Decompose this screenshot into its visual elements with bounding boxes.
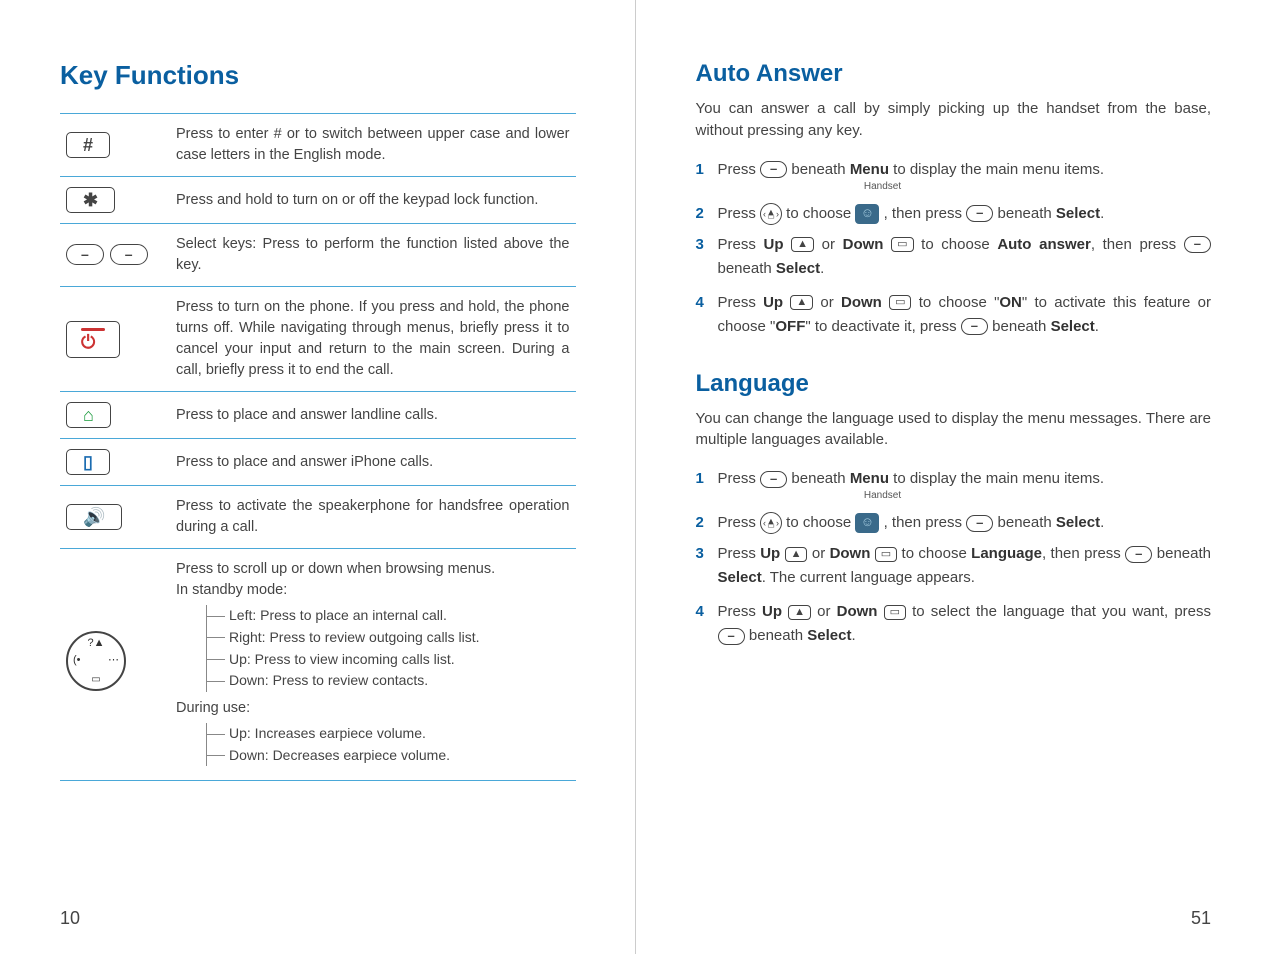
down-key-icon: ▭ — [875, 547, 897, 562]
handset-menu-icon — [855, 204, 879, 224]
nav-desc: Press to scroll up or down when browsing… — [176, 559, 570, 580]
table-row: 🔊 Press to activate the speakerphone for… — [60, 486, 576, 549]
handset-caption: Handset — [858, 488, 908, 504]
tree-item: Right: Press to review outgoing calls li… — [207, 627, 570, 649]
table-row: ✱ Press and hold to turn on or off the k… — [60, 177, 576, 224]
table-row: ⌂ Press to place and answer landline cal… — [60, 392, 576, 439]
up-key-icon: ▲ — [788, 605, 811, 620]
softkey-icon: – — [961, 318, 988, 335]
table-row: ⏻ Press to turn on the phone. If you pre… — [60, 287, 576, 392]
up-key-icon: ▲ — [785, 547, 808, 562]
left-page: Key Functions # Press to enter # or to s… — [0, 0, 636, 954]
key-desc: Press to activate the speakerphone for h… — [170, 486, 576, 549]
nav-key-icon: ▲▭‹› — [760, 512, 782, 534]
key-desc: Press and hold to turn on or off the key… — [170, 177, 576, 224]
table-row: ?▲ ▭ (• ⋯ Press to scroll up or down whe… — [60, 549, 576, 781]
key-functions-table: # Press to enter # or to switch between … — [60, 113, 576, 781]
tree-item: Down: Decreases earpiece volume. — [207, 745, 570, 767]
softkey-icon: – — [760, 471, 787, 488]
step-item: Press – beneath Menu to display the main… — [696, 467, 1212, 504]
language-steps: Press – beneath Menu to display the main… — [696, 467, 1212, 648]
step-item: Press ▲▭‹› to choose , then press – bene… — [696, 511, 1212, 535]
softkey-icon: – — [1184, 236, 1211, 253]
use-mode-label: During use: — [176, 698, 570, 719]
landline-key-icon: ⌂ — [66, 402, 111, 428]
nav-mode-label: In standby mode: — [176, 580, 570, 601]
key-desc: Select keys: Press to perform the functi… — [170, 224, 576, 287]
auto-answer-title: Auto Answer — [696, 60, 1212, 88]
step-item: Press Up ▲ or Down ▭ to select the langu… — [696, 600, 1212, 648]
star-key-icon: ✱ — [66, 187, 115, 213]
step-item: Press Up ▲ or Down ▭ to choose Language,… — [696, 542, 1212, 590]
softkey-icon: – — [966, 515, 993, 532]
up-key-icon: ▲ — [791, 237, 814, 252]
step-item: Press ▲▭‹› to choose , then press – bene… — [696, 202, 1212, 226]
page-number-right: 51 — [1191, 908, 1211, 929]
tree-item: Left: Press to place an internal call. — [207, 605, 570, 627]
table-row: ▯ Press to place and answer iPhone calls… — [60, 439, 576, 486]
language-intro: You can change the language used to disp… — [696, 408, 1212, 452]
key-desc: Press to place and answer landline calls… — [170, 392, 576, 439]
up-key-icon: ▲ — [790, 295, 813, 310]
hash-key-icon: # — [66, 132, 110, 158]
table-row: –– Select keys: Press to perform the fun… — [60, 224, 576, 287]
key-functions-title: Key Functions — [60, 60, 576, 91]
key-desc: Press to enter # or to switch between up… — [170, 114, 576, 177]
table-row: # Press to enter # or to switch between … — [60, 114, 576, 177]
speaker-key-icon: 🔊 — [66, 504, 122, 530]
auto-answer-steps: Press – beneath Menu to display the main… — [696, 158, 1212, 339]
language-title: Language — [696, 370, 1212, 398]
softkey-icon: – — [718, 628, 745, 645]
down-key-icon: ▭ — [891, 237, 913, 252]
step-item: Press Up ▲ or Down ▭ to choose Auto answ… — [696, 233, 1212, 281]
page-number-left: 10 — [60, 908, 80, 929]
handset-caption: Handset — [858, 179, 908, 195]
nav-key-icon: ▲▭‹› — [760, 203, 782, 225]
step-item: Press Up ▲ or Down ▭ to choose "ON" to a… — [696, 291, 1212, 339]
key-desc: Press to place and answer iPhone calls. — [170, 439, 576, 486]
softkey-icon: – — [1125, 546, 1152, 563]
standby-tree: Left: Press to place an internal call. R… — [206, 605, 570, 692]
tree-item: Up: Press to view incoming calls list. — [207, 649, 570, 671]
softkeys-icon: –– — [66, 244, 148, 265]
right-page: Auto Answer You can answer a call by sim… — [636, 0, 1271, 954]
tree-item: Down: Press to review contacts. — [207, 670, 570, 692]
down-key-icon: ▭ — [884, 605, 906, 620]
use-tree: Up: Increases earpiece volume. Down: Dec… — [206, 723, 570, 766]
nav-key-icon: ?▲ ▭ (• ⋯ — [66, 631, 126, 691]
softkey-icon: – — [760, 161, 787, 178]
down-key-icon: ▭ — [889, 295, 911, 310]
power-key-icon: ⏻ — [66, 321, 120, 358]
key-desc: Press to turn on the phone. If you press… — [170, 287, 576, 392]
step-item: Press – beneath Menu to display the main… — [696, 158, 1212, 195]
auto-answer-intro: You can answer a call by simply picking … — [696, 98, 1212, 142]
handset-menu-icon — [855, 513, 879, 533]
softkey-icon: – — [966, 205, 993, 222]
tree-item: Up: Increases earpiece volume. — [207, 723, 570, 745]
iphone-key-icon: ▯ — [66, 449, 110, 475]
